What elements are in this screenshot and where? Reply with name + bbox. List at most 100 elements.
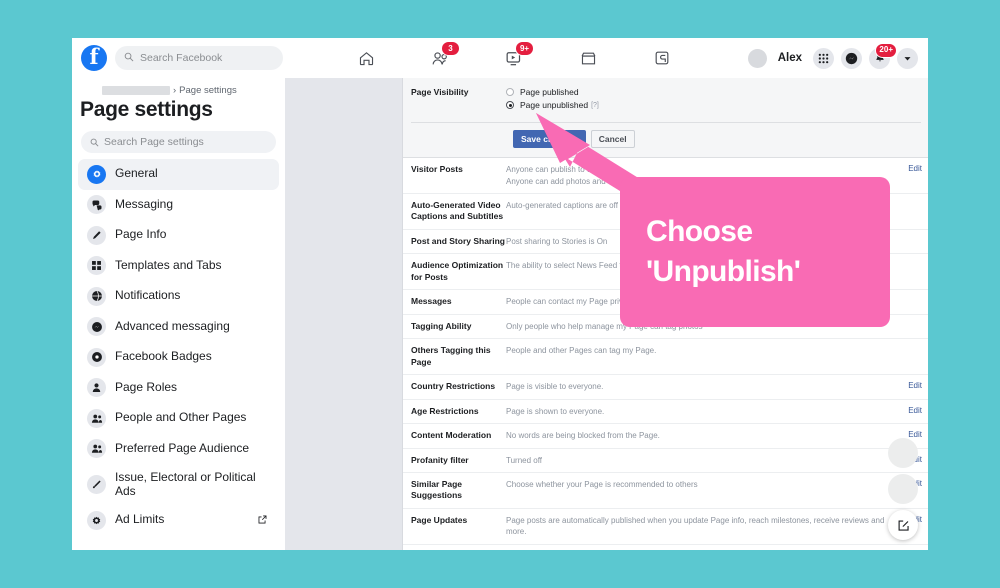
person-icon: [87, 378, 106, 398]
visibility-button-row: Save changes Cancel: [403, 123, 928, 157]
friends-badge: 3: [441, 41, 460, 56]
badge-circle-icon: [87, 347, 106, 367]
radio-button-selected-icon: [506, 101, 514, 109]
row-label: Auto-Generated Video Captions and Subtit…: [411, 199, 504, 222]
edit-link[interactable]: Edit: [896, 406, 928, 417]
row-label: Age Restrictions: [411, 405, 479, 416]
page-visibility-section: Page Visibility Page published Page unpu…: [403, 78, 928, 159]
radio-page-published[interactable]: Page published: [506, 87, 928, 97]
gear-icon: [87, 510, 106, 530]
grid-squares-icon: [87, 256, 106, 276]
breadcrumb-separator: ›: [173, 85, 177, 96]
row-label: Content Moderation: [411, 430, 492, 441]
row-label: Visitor Posts: [411, 164, 463, 175]
table-row[interactable]: Profanity filter Turned off Edit: [403, 449, 928, 473]
row-value: Turned off: [506, 455, 543, 465]
instruction-callout: Choose 'Unpublish': [620, 177, 890, 327]
compose-fab[interactable]: [888, 510, 918, 540]
sidebar-item-people-and-other-pages[interactable]: People and Other Pages: [78, 403, 279, 434]
gear-icon: [87, 164, 106, 184]
radio-label: Page published: [520, 87, 579, 97]
notifications-bell-icon[interactable]: 20+: [869, 42, 897, 69]
home-icon[interactable]: [353, 46, 379, 70]
sidebar-item-issue-electoral-or-political-ads[interactable]: Issue, Electoral or Political Ads: [78, 464, 279, 505]
sidebar-item-label: General: [115, 166, 158, 181]
help-hint-icon[interactable]: [?]: [591, 102, 599, 109]
external-link-icon: [258, 511, 267, 529]
groups-icon[interactable]: [649, 46, 675, 70]
table-row[interactable]: Others Tagging this Page People and othe…: [403, 339, 928, 376]
globe-icon: [87, 286, 106, 306]
row-label: Country Restrictions: [411, 381, 496, 392]
sidebar-item-label: Page Info: [115, 227, 167, 242]
sidebar-item-label: Advanced messaging: [115, 318, 230, 333]
sidebar-item-templates-and-tabs[interactable]: Templates and Tabs: [78, 251, 279, 282]
edit-link[interactable]: Edit: [896, 164, 928, 187]
breadcrumb: › Page settings: [102, 85, 285, 96]
row-label: Tagging Ability: [411, 320, 472, 331]
row-value: Page posts are automatically published w…: [506, 515, 885, 537]
table-row[interactable]: Page Updates Page posts are automaticall…: [403, 509, 928, 545]
watch-badge: 9+: [515, 41, 534, 56]
breadcrumb-redacted-page-name: [102, 86, 170, 95]
sidebar-item-notifications[interactable]: Notifications: [78, 281, 279, 312]
search-facebook-input[interactable]: Search Facebook: [115, 46, 283, 70]
edit-link-placeholder: [896, 321, 928, 332]
sidebar-item-ad-limits[interactable]: Ad Limits: [78, 505, 279, 536]
watch-icon[interactable]: 9+: [501, 41, 534, 70]
row-label: Audience Optimization for Posts: [411, 260, 504, 282]
row-label: Profanity filter: [411, 454, 469, 465]
row-value: No words are being blocked from the Page…: [506, 431, 660, 441]
edit-link-placeholder: [896, 236, 928, 247]
topbar-account-area: Alex 20+: [747, 42, 918, 69]
sidebar-item-page-info[interactable]: Page Info: [78, 220, 279, 251]
floating-button-top[interactable]: [888, 438, 918, 468]
callout-line-2: 'Unpublish': [646, 255, 801, 288]
sidebar-item-facebook-badges[interactable]: Facebook Badges: [78, 342, 279, 373]
chat-bubbles-icon: [87, 195, 106, 215]
table-row[interactable]: Age Restrictions Page is shown to everyo…: [403, 400, 928, 425]
sidebar-item-page-roles[interactable]: Page Roles: [78, 373, 279, 404]
sidebar-item-label: Notifications: [115, 288, 181, 303]
people-icon: [87, 408, 106, 428]
table-row[interactable]: Country Restrictions Page is visible to …: [403, 375, 928, 400]
table-row[interactable]: Post in Multiple Languages Ability to wr…: [403, 545, 928, 550]
page-visibility-label: Page Visibility: [411, 87, 469, 97]
marketplace-icon[interactable]: [575, 46, 601, 70]
facebook-logo-icon[interactable]: f: [81, 45, 107, 71]
sidebar-item-label: Preferred Page Audience: [115, 440, 250, 455]
people-icon: [87, 439, 106, 459]
save-changes-button[interactable]: Save changes: [513, 130, 586, 149]
breadcrumb-current: Page settings: [179, 85, 237, 96]
menu-grid-icon[interactable]: [813, 47, 834, 69]
edit-link[interactable]: Edit: [896, 381, 928, 392]
messenger-icon[interactable]: [841, 47, 862, 69]
edit-link-placeholder: [896, 345, 928, 368]
friends-icon[interactable]: 3: [427, 41, 460, 70]
edit-link-placeholder: [896, 296, 928, 307]
sidebar-item-preferred-page-audience[interactable]: Preferred Page Audience: [78, 434, 279, 465]
table-row[interactable]: Content Moderation No words are being bl…: [403, 424, 928, 449]
search-page-settings-input[interactable]: Search Page settings: [81, 131, 276, 153]
cancel-button[interactable]: Cancel: [590, 130, 635, 149]
account-name: Alex: [777, 52, 802, 64]
table-row[interactable]: Similar Page Suggestions Choose whether …: [403, 473, 928, 509]
row-label: Others Tagging this Page: [411, 345, 491, 367]
row-value: Page is visible to everyone.: [506, 382, 604, 392]
row-label: Post and Story Sharing: [411, 235, 505, 246]
sidebar-item-label: Page Roles: [115, 379, 178, 394]
avatar[interactable]: [747, 48, 767, 68]
sidebar-item-label: Templates and Tabs: [115, 257, 222, 272]
floating-button-middle[interactable]: [888, 474, 918, 504]
page-settings-sidebar: › Page settings Page settings Search Pag…: [72, 78, 285, 550]
notifications-badge: 20+: [875, 42, 897, 58]
account-chevron-icon[interactable]: [897, 47, 918, 69]
radio-page-unpublished[interactable]: Page unpublished [?]: [506, 100, 928, 110]
sidebar-item-messaging[interactable]: Messaging: [78, 190, 279, 221]
sidebar-item-advanced-messaging[interactable]: Advanced messaging: [78, 312, 279, 343]
sidebar-item-label: Messaging: [115, 196, 174, 211]
sidebar-item-label: Facebook Badges: [115, 349, 212, 364]
search-placeholder: Search Facebook: [140, 52, 223, 64]
megaphone-icon: [87, 475, 106, 494]
sidebar-item-general[interactable]: General: [78, 159, 279, 190]
